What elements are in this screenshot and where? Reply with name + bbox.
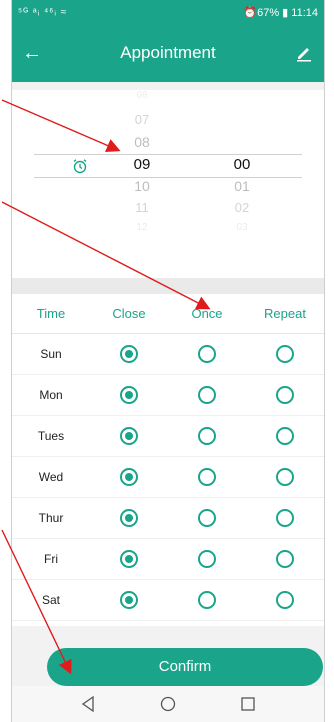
schedule-table: Time Close Once Repeat Sun Mon Tues Wed Thur… [12, 294, 324, 626]
status-left: ⁵ᴳ ᵃᵢ ⁴⁶ᵢ ≈ [18, 6, 68, 18]
option-cell [246, 468, 324, 486]
radio-repeat[interactable] [276, 509, 294, 527]
table-body: Sun Mon Tues Wed Thur Fri Sat [12, 334, 324, 621]
radio-close[interactable] [120, 427, 138, 445]
hour-wheel[interactable]: 06 07 08 09 10 11 12 [112, 90, 172, 278]
option-cell [90, 509, 168, 527]
table-row: Sun [12, 334, 324, 375]
header-time: Time [36, 306, 66, 321]
hour-option[interactable]: 09 [112, 156, 172, 173]
back-triangle-icon[interactable] [73, 691, 103, 717]
table-row: Tues [12, 416, 324, 457]
radio-once[interactable] [198, 509, 216, 527]
minute-option[interactable]: 01 [212, 178, 272, 194]
radio-once[interactable] [198, 345, 216, 363]
radio-once[interactable] [198, 386, 216, 404]
option-cell [90, 591, 168, 609]
alarm-clock-icon [73, 159, 87, 174]
radio-close[interactable] [120, 550, 138, 568]
option-cell [168, 509, 246, 527]
option-cell [90, 386, 168, 404]
arrow-left-icon[interactable]: ← [12, 42, 52, 65]
option-cell [90, 345, 168, 363]
header-close: Close [112, 306, 146, 321]
phone-screen: ⁵ᴳ ᵃᵢ ⁴⁶ᵢ ≈ ⏰67% ▮ 11:14 ← Appointment 0… [11, 0, 325, 722]
hour-option[interactable]: 06 [112, 90, 172, 101]
radio-repeat[interactable] [276, 591, 294, 609]
app-bar: ← Appointment [12, 24, 324, 82]
home-circle-icon[interactable] [153, 691, 183, 717]
hour-option[interactable]: 10 [112, 178, 172, 194]
option-cell [90, 427, 168, 445]
header-once: Once [191, 306, 223, 321]
radio-once[interactable] [198, 591, 216, 609]
option-cell [246, 550, 324, 568]
option-cell [246, 509, 324, 527]
option-cell [168, 427, 246, 445]
radio-once[interactable] [198, 427, 216, 445]
hour-option[interactable]: 11 [112, 200, 172, 215]
option-cell [246, 386, 324, 404]
confirm-button[interactable]: Confirm [47, 648, 323, 686]
day-label: Mon [39, 388, 63, 402]
minute-option[interactable]: 00 [212, 156, 272, 173]
page-title: Appointment [120, 43, 216, 62]
time-picker[interactable]: 06 07 08 09 10 11 12 00 01 02 03 [12, 90, 324, 278]
option-cell [168, 591, 246, 609]
option-cell [246, 427, 324, 445]
table-row: Fri [12, 539, 324, 580]
pencil-icon[interactable] [284, 44, 324, 62]
day-label: Thur [38, 511, 64, 525]
option-cell [90, 550, 168, 568]
radio-close[interactable] [120, 386, 138, 404]
day-label: Sun [40, 347, 62, 361]
recents-square-icon[interactable] [233, 691, 263, 717]
radio-repeat[interactable] [276, 345, 294, 363]
system-nav-bar [12, 686, 324, 722]
hour-option[interactable]: 12 [112, 222, 172, 233]
table-header: Time Close Once Repeat [12, 294, 324, 334]
radio-repeat[interactable] [276, 550, 294, 568]
minute-option[interactable]: 03 [212, 222, 272, 233]
radio-close[interactable] [120, 468, 138, 486]
option-cell [246, 345, 324, 363]
radio-close[interactable] [120, 591, 138, 609]
table-row: Sat [12, 580, 324, 621]
status-right: ⏰67% ▮ 11:14 [243, 6, 318, 19]
table-row: Thur [12, 498, 324, 539]
option-cell [168, 345, 246, 363]
minute-option[interactable]: 02 [212, 200, 272, 215]
radio-repeat[interactable] [276, 468, 294, 486]
option-cell [168, 386, 246, 404]
radio-close[interactable] [120, 345, 138, 363]
option-cell [168, 468, 246, 486]
radio-repeat[interactable] [276, 386, 294, 404]
radio-repeat[interactable] [276, 427, 294, 445]
table-row: Mon [12, 375, 324, 416]
header-repeat: Repeat [264, 306, 306, 321]
day-label: Tues [37, 429, 65, 443]
section-divider [12, 278, 324, 294]
radio-once[interactable] [198, 550, 216, 568]
status-bar: ⁵ᴳ ᵃᵢ ⁴⁶ᵢ ≈ ⏰67% ▮ 11:14 [12, 0, 324, 24]
radio-close[interactable] [120, 509, 138, 527]
option-cell [90, 468, 168, 486]
hour-option[interactable]: 08 [112, 134, 172, 150]
minute-wheel[interactable]: 00 01 02 03 [212, 90, 272, 278]
table-row: Wed [12, 457, 324, 498]
option-cell [168, 550, 246, 568]
hour-option[interactable]: 07 [112, 112, 172, 127]
day-label: Sat [41, 593, 60, 607]
radio-once[interactable] [198, 468, 216, 486]
day-label: Wed [38, 470, 64, 484]
day-label: Fri [44, 552, 58, 566]
option-cell [246, 591, 324, 609]
